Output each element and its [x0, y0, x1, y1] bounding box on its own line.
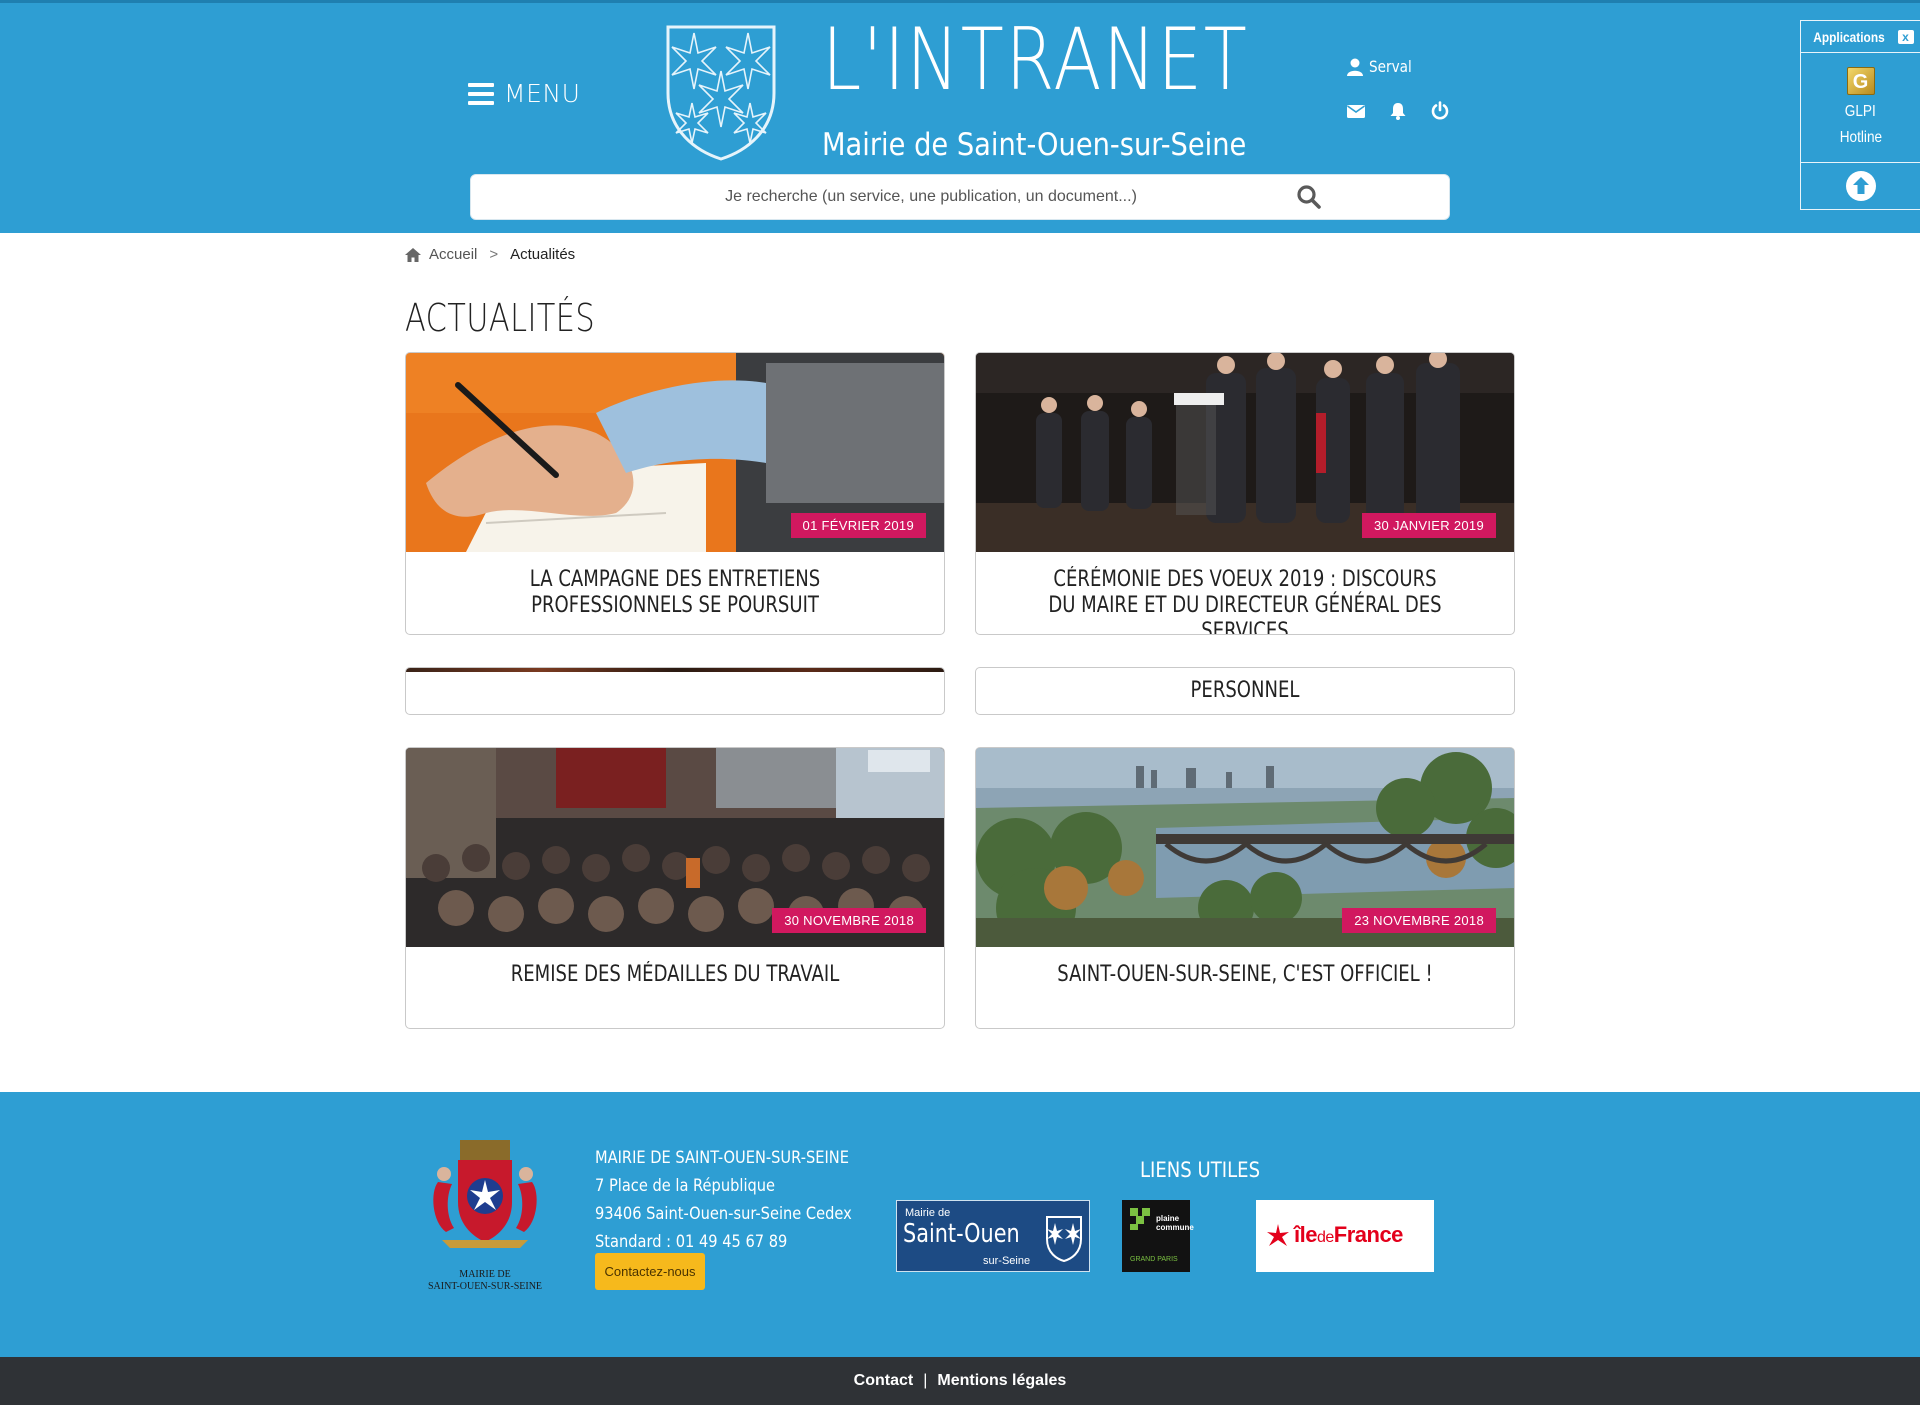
mairie-logo: MAIRIE DE SAINT-OUEN-SUR-SEINE	[420, 1132, 550, 1292]
site-subtitle: Mairie de Saint-Ouen-sur-Seine	[822, 127, 1247, 163]
scroll-top-button[interactable]	[1801, 163, 1920, 209]
article-date-badge: 30 JANVIER 2019	[1361, 513, 1496, 538]
article-image-strip	[406, 668, 944, 672]
article-card[interactable]: 01 FÉVRIER 2019 LA CAMPAGNE DES ENTRETIE…	[405, 352, 945, 635]
contact-us-button[interactable]: Contactez-nous	[595, 1253, 705, 1290]
site-header: MENU L'INTRANET Mairie de Saint-Ouen-sur…	[0, 0, 1920, 233]
article-card[interactable]	[405, 667, 945, 715]
breadcrumb-home-link[interactable]: Accueil	[429, 246, 477, 263]
footer-address-name: MAIRIE DE SAINT-OUEN-SUR-SEINE	[595, 1148, 849, 1168]
user-name: Serval	[1369, 57, 1412, 76]
plaine-commune-line3: GRAND PARIS	[1130, 1256, 1178, 1263]
search-input[interactable]	[471, 175, 1391, 219]
user-actions	[1346, 101, 1450, 121]
app-glpi-link[interactable]: G GLPI Hotline	[1801, 53, 1920, 163]
article-title: REMISE DES MÉDAILLES DU TRAVAIL	[510, 962, 840, 987]
footer-address-city: 93406 Saint-Ouen-sur-Seine Cedex	[595, 1204, 852, 1224]
search-icon[interactable]	[1296, 184, 1322, 210]
saint-ouen-logo-line3: sur-Seine	[983, 1255, 1031, 1267]
applications-header: Applications x	[1801, 21, 1920, 53]
site-footer: MAIRIE DE SAINT-OUEN-SUR-SEINE MAIRIE DE…	[0, 1092, 1920, 1357]
article-card[interactable]: 23 NOVEMBRE 2018 SAINT-OUEN-SUR-SEINE, C…	[975, 747, 1515, 1029]
bottom-separator: |	[923, 1372, 928, 1389]
legal-notice-link[interactable]: Mentions légales	[937, 1372, 1066, 1390]
footer-phone: Standard : 01 49 45 67 89	[595, 1232, 788, 1252]
app-subtitle: Hotline	[1839, 129, 1882, 146]
close-icon[interactable]: x	[1897, 29, 1914, 44]
page-title: ACTUALITÉS	[405, 296, 596, 340]
article-date-badge: 01 FÉVRIER 2019	[790, 513, 926, 538]
ile-de-france-line2: de	[1316, 1229, 1334, 1246]
article-title: PERSONNEL	[1190, 678, 1300, 703]
breadcrumb-current: Actualités	[510, 246, 576, 263]
plaine-commune-line1: plaine	[1156, 1214, 1180, 1223]
article-date-badge: 30 NOVEMBRE 2018	[772, 908, 926, 933]
article-title: SAINT-OUEN-SUR-SEINE, C'EST OFFICIEL !	[1057, 962, 1433, 987]
hamburger-icon	[468, 82, 494, 105]
article-title: CÉRÉMONIE DES VOEUX 2019 : DISCOURS DU M…	[1048, 567, 1442, 635]
arrow-up-circle-icon	[1845, 171, 1876, 201]
article-date-badge: 23 NOVEMBRE 2018	[1342, 908, 1496, 933]
mail-icon[interactable]	[1346, 101, 1366, 121]
logo-caption-line2: SAINT-OUEN-SUR-SEINE	[427, 1281, 543, 1292]
link-saint-ouen[interactable]: Mairie de Saint-Ouen sur-Seine	[896, 1200, 1090, 1272]
footer-address: MAIRIE DE SAINT-OUEN-SUR-SEINE 7 Place d…	[595, 1144, 852, 1256]
plaine-commune-line2: commune	[1156, 1223, 1194, 1232]
article-card[interactable]: 30 JANVIER 2019 CÉRÉMONIE DES VOEUX 2019…	[975, 352, 1515, 635]
menu-label: MENU	[504, 79, 581, 108]
applications-title: Applications	[1813, 28, 1886, 45]
menu-button[interactable]: MENU	[468, 79, 580, 108]
article-card[interactable]: 30 NOVEMBRE 2018 REMISE DES MÉDAILLES DU…	[405, 747, 945, 1029]
user-icon	[1347, 58, 1363, 76]
applications-panel: Applications x G GLPI Hotline	[1800, 20, 1920, 210]
saint-ouen-logo-line2: Saint-Ouen	[903, 1219, 1020, 1249]
ile-de-france-star-icon	[1267, 1224, 1289, 1246]
coat-of-arms-icon	[433, 1140, 537, 1248]
useful-links-title: LIENS UTILES	[1140, 1158, 1261, 1182]
article-card[interactable]: PERSONNEL	[975, 667, 1515, 715]
link-ile-de-france[interactable]: îledeFrance	[1256, 1200, 1434, 1272]
bell-icon[interactable]	[1388, 101, 1408, 121]
ile-de-france-line3: France	[1333, 1222, 1404, 1247]
plaine-commune-icon	[1130, 1208, 1150, 1230]
link-plaine-commune[interactable]: plaine commune GRAND PARIS	[1122, 1200, 1194, 1272]
logo-caption-line1: MAIRIE DE	[459, 1269, 511, 1280]
home-icon[interactable]	[405, 247, 421, 262]
ile-de-france-line1: île	[1294, 1222, 1317, 1247]
app-name: GLPI	[1845, 103, 1876, 120]
power-icon[interactable]	[1430, 101, 1450, 121]
city-crest-logo	[666, 25, 776, 161]
user-profile-link[interactable]: Serval	[1347, 57, 1419, 76]
bottom-bar: Contact | Mentions légales	[0, 1357, 1920, 1405]
saint-ouen-logo-line1: Mairie de	[905, 1207, 951, 1219]
article-title: LA CAMPAGNE DES ENTRETIENS PROFESSIONNEL…	[529, 567, 821, 618]
glpi-logo-icon: G	[1846, 67, 1875, 95]
site-title: L'INTRANET	[822, 10, 1249, 110]
breadcrumb-separator: >	[489, 246, 499, 263]
footer-address-street: 7 Place de la République	[595, 1176, 776, 1196]
contact-link[interactable]: Contact	[854, 1372, 914, 1390]
breadcrumb: Accueil > Actualités	[405, 246, 575, 263]
saint-ouen-crest-icon	[1046, 1216, 1082, 1263]
